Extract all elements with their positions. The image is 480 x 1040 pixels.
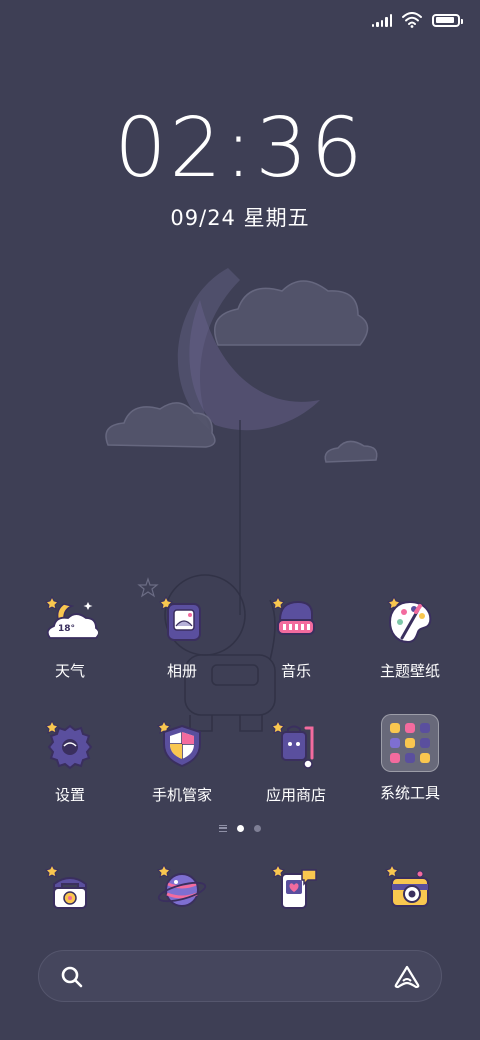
status-bar xyxy=(371,10,463,30)
messages-icon xyxy=(268,862,324,918)
weather-icon: 18° xyxy=(42,594,100,650)
dock-camera[interactable] xyxy=(355,862,465,918)
app-settings[interactable]: 设置 xyxy=(15,718,125,805)
menu-icon[interactable] xyxy=(219,825,227,832)
app-label: 音乐 xyxy=(280,662,311,680)
camera-icon xyxy=(382,862,438,918)
app-weather[interactable]: 18° 天气 xyxy=(15,594,125,681)
battery-icon xyxy=(432,13,463,27)
page-indicator[interactable] xyxy=(0,825,480,832)
weather-temp-badge: 18° xyxy=(58,624,76,634)
app-gallery[interactable]: 相册 xyxy=(127,594,237,681)
app-folder-system-tools[interactable]: 系统工具 xyxy=(355,714,465,803)
app-label: 系统工具 xyxy=(379,784,440,802)
security-icon xyxy=(154,718,210,774)
app-music[interactable]: 音乐 xyxy=(241,594,351,681)
gallery-icon xyxy=(154,594,210,650)
app-themes[interactable]: 主题壁纸 xyxy=(355,594,465,681)
app-label: 应用商店 xyxy=(265,786,326,804)
folder-icon xyxy=(381,714,439,772)
music-icon xyxy=(268,594,324,650)
page-dot-1[interactable] xyxy=(237,825,244,832)
app-label: 手机管家 xyxy=(151,786,212,804)
clock-date[interactable]: 09/24 星期五 xyxy=(0,202,480,232)
app-store-icon xyxy=(268,718,324,774)
browser-icon xyxy=(154,862,210,918)
themes-icon xyxy=(382,594,438,650)
app-security[interactable]: 手机管家 xyxy=(127,718,237,805)
app-label: 天气 xyxy=(54,662,85,680)
assistant-icon[interactable] xyxy=(393,964,421,990)
phone-icon xyxy=(42,862,98,918)
app-label: 主题壁纸 xyxy=(379,662,440,680)
dock-phone[interactable] xyxy=(15,862,125,918)
settings-icon xyxy=(42,718,98,774)
clock-time[interactable]: 02:36 xyxy=(0,104,480,194)
app-store[interactable]: 应用商店 xyxy=(241,718,351,805)
search-icon[interactable] xyxy=(59,964,85,990)
wifi-icon xyxy=(402,12,422,28)
signal-icon xyxy=(371,13,392,27)
search-bar[interactable] xyxy=(38,950,442,1002)
dock-messages[interactable] xyxy=(241,862,351,918)
page-dot-2[interactable] xyxy=(254,825,261,832)
app-label: 相册 xyxy=(166,662,197,680)
dock-browser[interactable] xyxy=(127,862,237,918)
app-label: 设置 xyxy=(54,786,85,804)
